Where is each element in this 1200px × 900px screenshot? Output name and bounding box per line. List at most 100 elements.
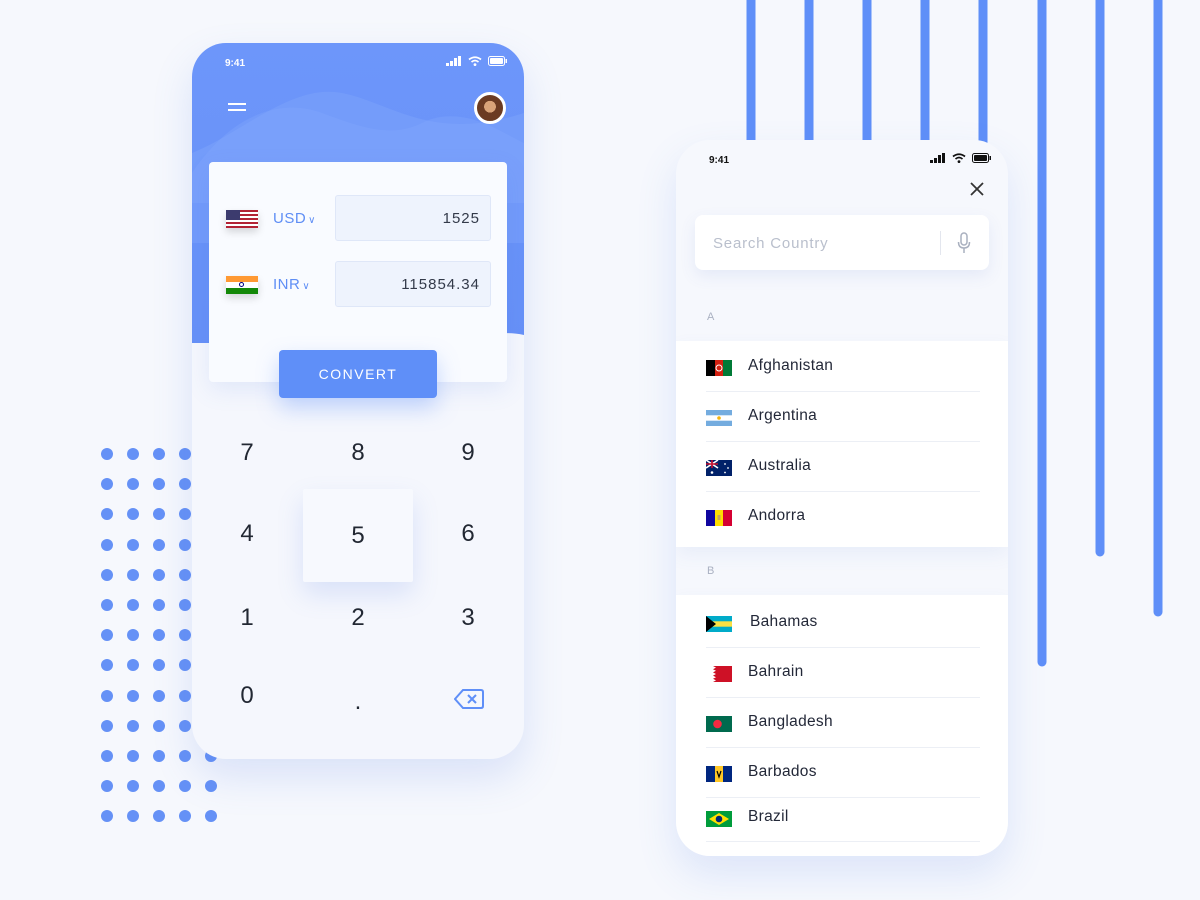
country-row-bahamas[interactable]: Bahamas [706, 598, 980, 648]
converter-card: USD ∨ 1525 INR ∨ 115854.34 [209, 162, 507, 382]
decorative-dot [101, 599, 113, 611]
microphone-icon[interactable] [957, 232, 971, 254]
india-flag-icon [226, 276, 258, 294]
us-flag-icon [226, 210, 258, 228]
decorative-dot [153, 750, 165, 762]
key-6[interactable]: 6 [413, 493, 523, 575]
decorative-dot [127, 448, 139, 460]
wifi-icon [952, 153, 966, 163]
decorative-dot [127, 750, 139, 762]
country-row-bahrain[interactable]: Bahrain [706, 648, 980, 698]
country-row-andorra[interactable]: Andorra [706, 492, 980, 542]
battery-icon [488, 56, 507, 66]
country-row-brazil[interactable]: Brazil [706, 796, 980, 842]
decorative-dot [127, 599, 139, 611]
afghanistan-flag-icon [706, 360, 732, 376]
country-row-argentina[interactable]: Argentina [706, 392, 980, 442]
argentina-flag-icon [706, 410, 732, 426]
convert-button[interactable]: CONVERT [279, 350, 437, 398]
search-divider [940, 231, 941, 255]
decorative-dot [127, 719, 139, 732]
to-currency-code: INR [273, 276, 301, 293]
to-amount-field[interactable]: 115854.34 [335, 261, 491, 307]
bahamas-flag-icon [706, 616, 732, 632]
brazil-flag-icon [706, 811, 732, 827]
decorative-dot [153, 599, 165, 611]
decorative-dot [153, 538, 165, 551]
country-row-australia[interactable]: Australia [706, 442, 980, 492]
from-currency-code: USD [273, 210, 307, 227]
chevron-down-icon: ∨ [308, 215, 316, 226]
country-name: Andorra [748, 507, 806, 524]
decorative-dot [179, 719, 191, 732]
status-bar: 9:41 [192, 43, 524, 83]
key-8[interactable]: 8 [303, 412, 413, 494]
decorative-dot [179, 599, 191, 611]
bahrain-flag-icon [706, 666, 732, 682]
decorative-dot [153, 719, 165, 732]
decorative-dot [101, 448, 113, 460]
country-name: Barbados [748, 763, 817, 780]
decorative-dot [153, 689, 165, 702]
section-letter-a: A [707, 311, 715, 323]
key-9[interactable]: 9 [413, 412, 523, 494]
country-name: Afghanistan [748, 357, 834, 374]
decorative-dot [153, 448, 165, 460]
decorative-dot [179, 568, 191, 581]
converter-screen: 9:41 USD ∨ 1525 INR ∨ 115854.34 CONVERT 7 … [192, 43, 524, 759]
decorative-dot [101, 750, 113, 762]
decorative-dot [101, 689, 113, 702]
avatar[interactable] [474, 92, 506, 124]
decorative-dot [179, 689, 191, 702]
decorative-dot [127, 538, 139, 551]
country-name: Australia [748, 457, 812, 474]
backspace-icon[interactable] [454, 689, 484, 709]
key-1[interactable]: 1 [192, 577, 302, 659]
battery-icon [972, 153, 991, 163]
wifi-icon [468, 56, 482, 66]
country-name: Argentina [748, 407, 818, 424]
menu-icon[interactable] [226, 101, 248, 115]
barbados-flag-icon [706, 766, 732, 782]
country-picker-screen: 9:41 A Afghanistan Argentina Australia [676, 140, 1008, 856]
from-amount-field[interactable]: 1525 [335, 195, 491, 241]
country-name: Bahamas [750, 613, 818, 630]
search-input[interactable] [711, 229, 925, 257]
country-row-bangladesh[interactable]: Bangladesh [706, 698, 980, 748]
key-7[interactable]: 7 [192, 412, 302, 494]
country-row-afghanistan[interactable]: Afghanistan [706, 342, 980, 392]
decorative-dot [101, 538, 113, 551]
country-name: Bahrain [748, 663, 804, 680]
from-currency-select[interactable]: USD ∨ [273, 210, 316, 227]
decorative-dot [153, 568, 165, 581]
country-name: Brazil [748, 808, 789, 825]
decorative-dot [127, 689, 139, 702]
key-4[interactable]: 4 [192, 493, 302, 575]
decorative-dot [101, 568, 113, 581]
key-2[interactable]: 2 [303, 577, 413, 659]
key-decimal[interactable]: . [303, 661, 413, 743]
country-row-barbados[interactable]: Barbados [706, 748, 980, 798]
decorative-dot [127, 568, 139, 581]
status-time: 9:41 [225, 58, 246, 69]
key-3[interactable]: 3 [413, 577, 523, 659]
decorative-dot [179, 448, 191, 460]
country-name: Bangladesh [748, 713, 833, 730]
status-bar: 9:41 [676, 140, 1008, 180]
to-currency-select[interactable]: INR ∨ [273, 276, 310, 293]
andorra-flag-icon [706, 510, 732, 526]
status-time: 9:41 [709, 155, 730, 166]
decorative-dot [179, 538, 191, 551]
key-5[interactable]: 5 [303, 489, 413, 582]
signal-icon [930, 153, 945, 163]
decorative-dot [101, 719, 113, 732]
section-letter-b: B [707, 565, 715, 577]
bangladesh-flag-icon [706, 716, 732, 732]
decorative-dot [179, 750, 191, 762]
chevron-down-icon: ∨ [302, 281, 311, 292]
close-icon[interactable] [966, 178, 988, 200]
search-box [695, 215, 989, 270]
key-0[interactable]: 0 [192, 655, 302, 737]
australia-flag-icon [706, 460, 732, 476]
signal-icon [446, 56, 461, 66]
